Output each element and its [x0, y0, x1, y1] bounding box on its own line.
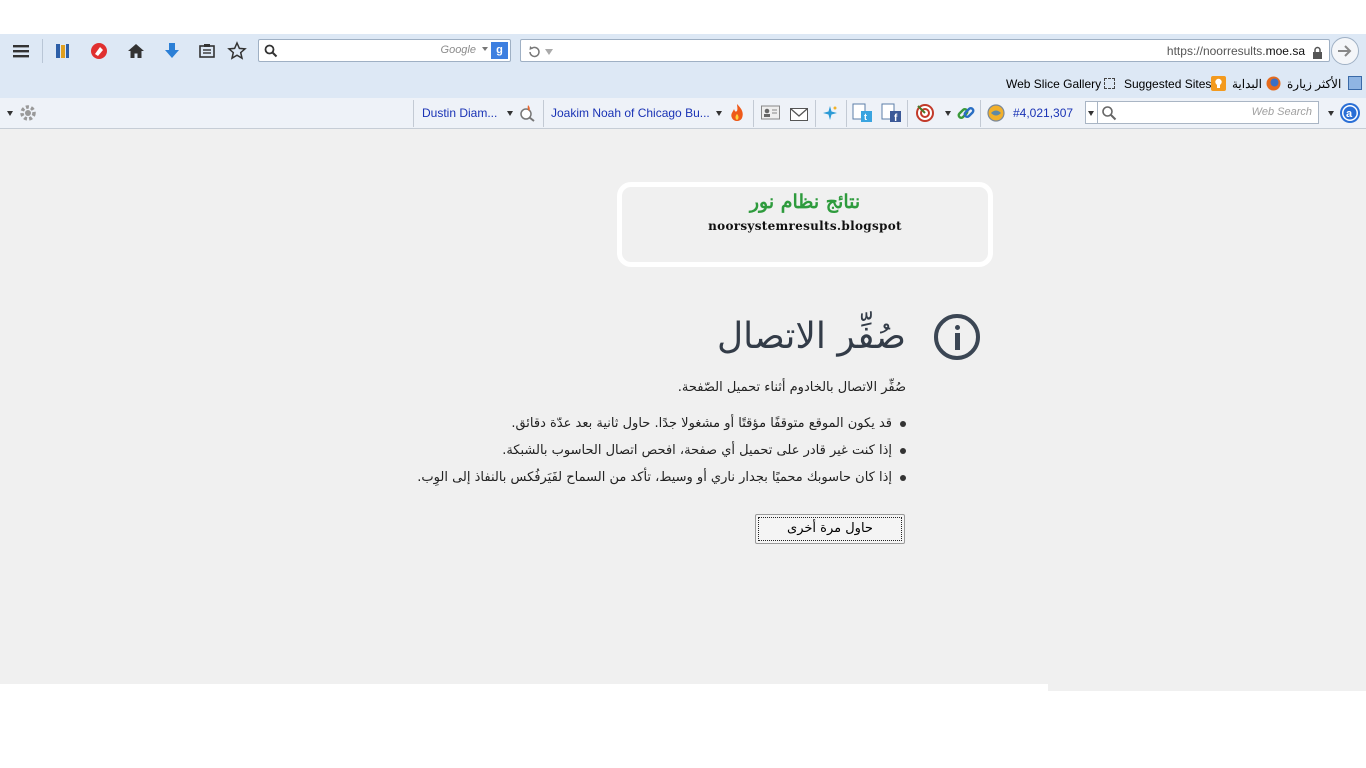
- google-icon[interactable]: g: [491, 42, 508, 59]
- addon-separator: [846, 100, 847, 127]
- web-search-placeholder: Web Search: [1251, 106, 1312, 118]
- url-text: https://noorresults.moe.sa: [1166, 44, 1305, 58]
- try-again-button[interactable]: حاول مرة أخرى: [755, 514, 905, 544]
- fav-suggested-sites[interactable]: Suggested Sites: [1124, 77, 1211, 91]
- addon-separator: [413, 100, 414, 127]
- target-icon[interactable]: [915, 103, 935, 127]
- lock-icon[interactable]: [1312, 44, 1323, 63]
- banner-title: نتائج نظام نور: [749, 191, 861, 213]
- url-bar[interactable]: https://noorresults.moe.sa: [520, 39, 1330, 62]
- most-visited-icon: [1348, 76, 1362, 90]
- error-title: صُفِّر الاتصال: [717, 316, 906, 357]
- addon-separator: [815, 100, 816, 127]
- web-search-input[interactable]: Web Search: [1097, 101, 1319, 124]
- search-engine-dropdown-icon[interactable]: [482, 47, 488, 51]
- web-search-engine-selector[interactable]: [1085, 101, 1097, 124]
- ask-dropdown-icon[interactable]: [1328, 111, 1334, 116]
- try-again-label: حاول مرة أخرى: [758, 517, 902, 541]
- twitter-share-icon[interactable]: t: [852, 103, 874, 128]
- arrow-right-icon: [1338, 45, 1352, 57]
- addon-toolbar: Dustin Diam... Joakim Noah of Chicago Bu…: [0, 98, 1366, 129]
- list-item: إذا كنت غير قادر على تحميل أي صفحة، افحص…: [306, 441, 906, 468]
- svg-text:t: t: [864, 112, 867, 122]
- fav-start-page[interactable]: البداية: [1232, 77, 1262, 91]
- reader-icon[interactable]: [194, 38, 220, 64]
- bookmark-star-icon[interactable]: [224, 38, 250, 64]
- news-link-2[interactable]: Joakim Noah of Chicago Bu...: [551, 106, 710, 120]
- url-history-dropdown-icon[interactable]: [545, 49, 553, 55]
- search-placeholder: Google: [440, 44, 476, 56]
- news1-dropdown-icon[interactable]: [507, 111, 513, 116]
- link-dropdown-icon[interactable]: [945, 111, 951, 116]
- magnifier-icon: [1101, 105, 1117, 125]
- flame-icon[interactable]: [728, 103, 746, 127]
- facebook-share-icon[interactable]: f: [881, 103, 903, 128]
- fav-web-slice-gallery[interactable]: Web Slice Gallery: [1006, 77, 1101, 91]
- addon-separator: [907, 100, 908, 127]
- addon-separator: [980, 100, 981, 127]
- error-description: صُفِّر الاتصال بالخادوم أثناء تحميل الصّ…: [677, 380, 906, 395]
- site-banner: نتائج نظام نور noorsystemresults.blogspo…: [617, 182, 993, 267]
- search-icon: [264, 43, 278, 62]
- banner-subtitle: noorsystemresults.blogspot: [708, 219, 902, 233]
- mail-icon[interactable]: [790, 106, 808, 125]
- addon-red-icon[interactable]: [86, 38, 112, 64]
- page-bottom-area: [0, 684, 1048, 768]
- suggested-sites-icon: [1211, 76, 1226, 91]
- navigation-toolbar: Google g https://noorresults.moe.sa: [0, 34, 1366, 68]
- reload-icon[interactable]: [527, 44, 541, 63]
- svg-text:a: a: [1346, 108, 1353, 120]
- fav-most-visited[interactable]: الأكثر زيارة: [1287, 77, 1341, 91]
- search-input[interactable]: Google g: [258, 39, 511, 62]
- error-tips-list: قد يكون الموقع متوقفًا مؤقتًا أو مشغولا …: [306, 414, 906, 495]
- library-icon[interactable]: [49, 38, 75, 64]
- gear-icon[interactable]: [18, 103, 38, 127]
- addon-separator: [543, 100, 544, 127]
- news2-dropdown-icon[interactable]: [716, 111, 722, 116]
- list-item: قد يكون الموقع متوقفًا مؤقتًا أو مشغولا …: [306, 414, 906, 441]
- home-icon[interactable]: [123, 38, 149, 64]
- go-button[interactable]: [1331, 37, 1359, 65]
- news-search-icon[interactable]: [519, 104, 537, 126]
- settings-dropdown-icon[interactable]: [7, 111, 13, 116]
- favorites-bar: Web Slice Gallery Suggested Sites البداي…: [0, 68, 1366, 98]
- alexa-rank-value[interactable]: #4,021,307: [1013, 106, 1073, 120]
- addon-separator: [753, 100, 754, 127]
- alexa-rank-icon[interactable]: [987, 104, 1005, 126]
- toolbar-separator: [42, 39, 43, 63]
- link-icon[interactable]: [956, 103, 976, 127]
- firefox-icon: [1266, 76, 1281, 95]
- news-link-1[interactable]: Dustin Diam...: [422, 106, 497, 120]
- list-item: إذا كان حاسوبك محميًا بجدار ناري أو وسيط…: [306, 468, 906, 495]
- info-icon: [934, 314, 980, 360]
- menu-icon[interactable]: [8, 38, 34, 64]
- contact-card-icon[interactable]: [761, 105, 780, 124]
- sparkle-icon[interactable]: [822, 105, 838, 125]
- download-icon[interactable]: [159, 38, 185, 64]
- ask-logo-icon[interactable]: a: [1340, 103, 1360, 123]
- web-slice-icon: [1104, 78, 1115, 89]
